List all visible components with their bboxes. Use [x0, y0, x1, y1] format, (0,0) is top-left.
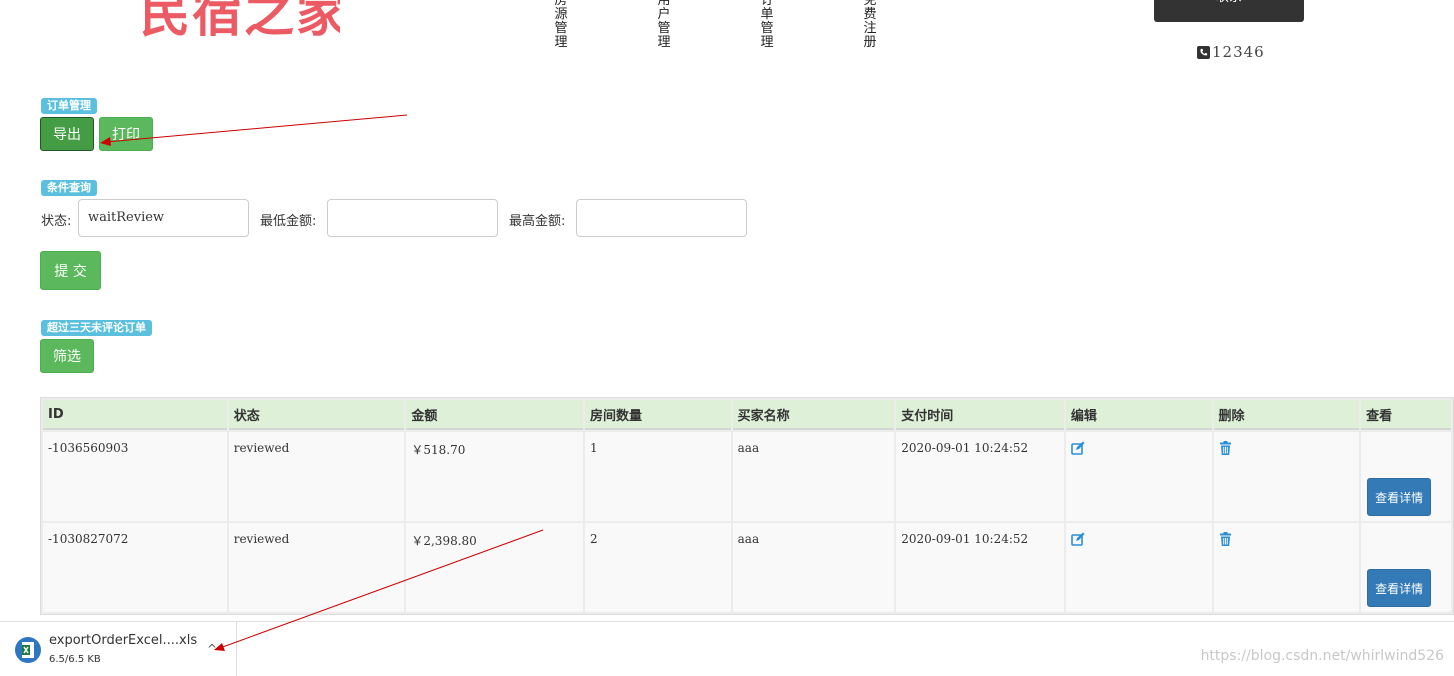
submit-button[interactable]: 提 交 — [40, 251, 101, 290]
cell-pay-time: 2020-09-01 10:24:52 — [896, 432, 1064, 521]
col-view: 查看 — [1361, 400, 1451, 430]
view-details-button[interactable]: 查看详情 — [1367, 478, 1432, 516]
col-pay-time: 支付时间 — [896, 400, 1064, 430]
excel-file-icon — [15, 637, 41, 663]
phone-text: 12346 — [1212, 43, 1265, 61]
col-buyer-name: 买家名称 — [732, 400, 895, 430]
contact-button[interactable]: 联系 — [1154, 0, 1304, 22]
col-id: ID — [43, 400, 227, 430]
nav-user-management[interactable]: 用户管理 — [656, 0, 672, 50]
orders-table: ID 状态 金额 房间数量 买家名称 支付时间 编辑 删除 查看 -103656… — [40, 397, 1454, 615]
download-size: 6.5/6.5 KB — [49, 654, 101, 665]
order-management-badge: 订单管理 — [41, 98, 97, 114]
cell-edit — [1065, 523, 1212, 612]
edit-icon[interactable] — [1071, 532, 1085, 549]
cell-edit — [1065, 432, 1212, 521]
cell-id: -1036560903 — [43, 432, 227, 521]
view-details-button[interactable]: 查看详情 — [1367, 569, 1432, 607]
cell-delete — [1213, 432, 1360, 521]
watermark: https://blog.csdn.net/whirlwind526 — [1200, 648, 1444, 664]
cell-delete — [1213, 523, 1360, 612]
table-row: -1030827072 reviewed ￥2,398.80 2 aaa 202… — [43, 523, 1451, 612]
nav-free-register[interactable]: 免费注册 — [862, 0, 878, 50]
min-amount-label: 最低金额: — [260, 214, 317, 229]
cell-id: -1030827072 — [43, 523, 227, 612]
cell-view: 查看详情 — [1361, 432, 1451, 521]
edit-icon[interactable] — [1071, 441, 1085, 458]
max-amount-label: 最高金额: — [509, 214, 566, 229]
col-edit: 编辑 — [1065, 400, 1212, 430]
status-input[interactable]: waitReview — [78, 199, 249, 237]
col-status: 状态 — [228, 400, 405, 430]
cell-amount: ￥518.70 — [406, 432, 584, 521]
col-room-count: 房间数量 — [585, 400, 731, 430]
table-header-row: ID 状态 金额 房间数量 买家名称 支付时间 编辑 删除 查看 — [43, 400, 1451, 430]
table-row: -1036560903 reviewed ￥518.70 1 aaa 2020-… — [43, 432, 1451, 521]
cell-status: reviewed — [228, 432, 405, 521]
cell-room-count: 2 — [585, 523, 731, 612]
filter-button[interactable]: 筛选 — [40, 339, 94, 373]
nav-order-management[interactable]: 订单管理 — [759, 0, 775, 50]
condition-query-badge: 条件查询 — [41, 180, 97, 196]
site-logo[interactable]: 民宿之家 — [140, 0, 340, 46]
cell-amount: ￥2,398.80 — [406, 523, 584, 612]
phone-icon — [1197, 45, 1210, 59]
col-delete: 删除 — [1213, 400, 1360, 430]
col-amount: 金额 — [406, 400, 584, 430]
max-amount-input[interactable] — [576, 199, 747, 237]
download-item[interactable]: exportOrderExcel....xls 6.5/6.5 KB ^ — [0, 622, 237, 676]
nav-house-management[interactable]: 房源管理 — [553, 0, 569, 50]
chevron-up-icon[interactable]: ^ — [207, 642, 217, 656]
min-amount-input[interactable] — [327, 199, 498, 237]
phone-number: 12346 — [1197, 43, 1265, 61]
export-button[interactable]: 导出 — [40, 117, 94, 151]
overdue-review-badge: 超过三天未评论订单 — [41, 320, 152, 336]
cell-room-count: 1 — [585, 432, 731, 521]
contact-button-label: 联系 — [1216, 0, 1242, 5]
print-button[interactable]: 打印 — [99, 117, 153, 151]
cell-buyer-name: aaa — [732, 432, 895, 521]
cell-status: reviewed — [228, 523, 405, 612]
status-label: 状态: — [41, 214, 72, 229]
trash-icon[interactable] — [1219, 532, 1232, 549]
download-filename: exportOrderExcel....xls — [49, 633, 198, 648]
trash-icon[interactable] — [1219, 441, 1232, 458]
cell-buyer-name: aaa — [732, 523, 895, 612]
cell-view: 查看详情 — [1361, 523, 1451, 612]
cell-pay-time: 2020-09-01 10:24:52 — [896, 523, 1064, 612]
